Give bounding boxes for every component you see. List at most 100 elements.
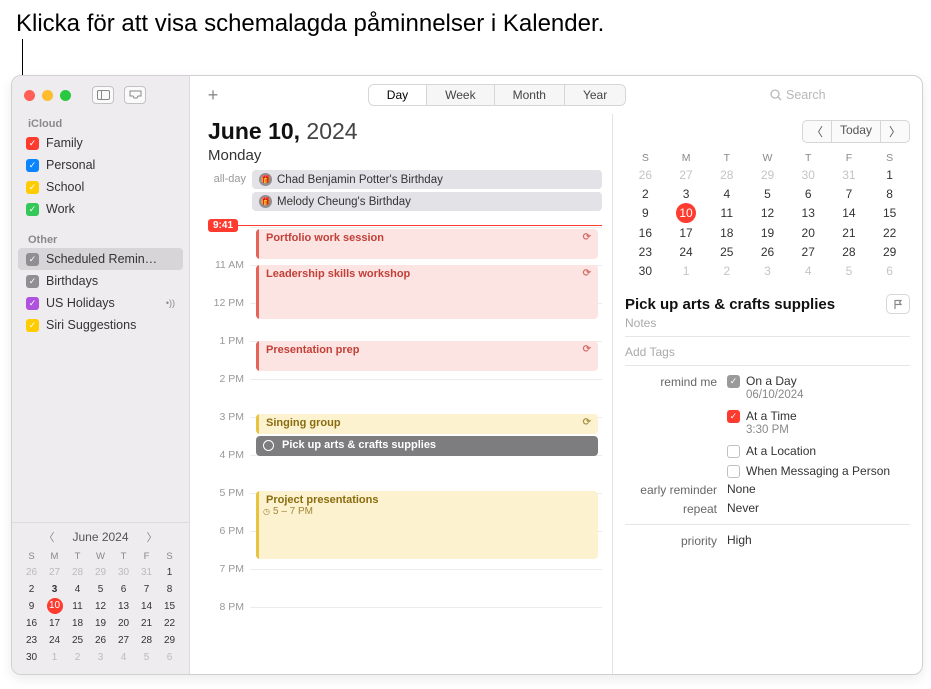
inspector-cal-day[interactable]: 30 [788, 165, 829, 184]
mini-cal-day[interactable]: 28 [135, 632, 158, 649]
inspector-cal-day[interactable]: 6 [788, 184, 829, 203]
calendar-checkbox[interactable]: ✓ [26, 203, 39, 216]
mini-cal-day[interactable]: 21 [135, 615, 158, 632]
inspector-cal-day[interactable]: 23 [625, 242, 666, 261]
inspector-prev-button[interactable]: 〈 [802, 120, 832, 143]
reminder-title[interactable]: Pick up arts & crafts supplies [625, 296, 835, 313]
mini-cal-day[interactable]: 31 [135, 564, 158, 581]
calendar-event[interactable]: Leadership skills workshop⟳ [256, 265, 598, 319]
calendar-list-item[interactable]: ✓US Holidays•)) [18, 292, 183, 314]
mini-cal-day[interactable]: 16 [20, 615, 43, 632]
mini-cal-day[interactable]: 15 [158, 598, 181, 615]
mini-cal-day[interactable]: 29 [158, 632, 181, 649]
inspector-cal-day[interactable]: 5 [829, 261, 870, 280]
mini-cal-day[interactable]: 27 [112, 632, 135, 649]
view-tab-year[interactable]: Year [565, 85, 625, 105]
calendar-checkbox[interactable]: ✓ [26, 275, 39, 288]
inspector-cal-day[interactable]: 1 [666, 261, 707, 280]
inspector-cal-day[interactable]: 6 [869, 261, 910, 280]
priority-value[interactable]: High [727, 533, 910, 547]
mini-cal-next[interactable]: 〉 [147, 529, 158, 545]
mini-cal-prev[interactable]: 〈 [43, 529, 54, 545]
inspector-cal-day[interactable]: 26 [747, 242, 788, 261]
inspector-cal-day[interactable]: 3 [747, 261, 788, 280]
inspector-cal-day[interactable]: 28 [706, 165, 747, 184]
inspector-cal-day[interactable]: 10 [676, 203, 696, 223]
calendar-checkbox[interactable]: ✓ [26, 297, 39, 310]
view-tab-month[interactable]: Month [495, 85, 565, 105]
add-tags-field[interactable]: Add Tags [625, 345, 910, 359]
inspector-cal-day[interactable]: 12 [747, 203, 788, 223]
allday-event[interactable]: 🎁Melody Cheung's Birthday [252, 192, 602, 211]
inspector-month-calendar[interactable]: SMTWTFS262728293031123456789101112131415… [625, 151, 910, 280]
mini-cal-day[interactable]: 28 [66, 564, 89, 581]
mini-cal-day[interactable]: 14 [135, 598, 158, 615]
mini-cal-day[interactable]: 23 [20, 632, 43, 649]
inspector-cal-day[interactable]: 31 [829, 165, 870, 184]
calendar-list-item[interactable]: ✓Scheduled Remin… [18, 248, 183, 270]
at-a-time-checkbox[interactable]: ✓At a Time [727, 409, 910, 423]
inspector-cal-day[interactable]: 25 [706, 242, 747, 261]
mini-cal-day[interactable]: 13 [112, 598, 135, 615]
mini-cal-day[interactable]: 2 [20, 581, 43, 598]
inspector-cal-day[interactable]: 4 [706, 184, 747, 203]
inspector-cal-day[interactable]: 2 [706, 261, 747, 280]
on-a-day-checkbox[interactable]: ✓On a Day [727, 374, 910, 388]
inspector-cal-day[interactable]: 15 [869, 203, 910, 223]
search-field[interactable]: Search [770, 88, 910, 102]
mini-cal-day[interactable]: 17 [43, 615, 66, 632]
mini-cal-day[interactable]: 5 [89, 581, 112, 598]
calendar-checkbox[interactable]: ✓ [26, 319, 39, 332]
inspector-cal-day[interactable]: 18 [706, 223, 747, 242]
calendar-list-item[interactable]: ✓Work [18, 198, 183, 220]
inspector-cal-day[interactable]: 19 [747, 223, 788, 242]
zoom-button[interactable] [60, 90, 71, 101]
inspector-cal-day[interactable]: 2 [625, 184, 666, 203]
timeline[interactable]: 9:41 11 AM12 PM1 PM2 PM3 PM4 PM5 PM6 PM7… [208, 219, 602, 649]
mini-cal-day[interactable]: 6 [112, 581, 135, 598]
calendar-checkbox[interactable]: ✓ [26, 253, 39, 266]
when-messaging-checkbox[interactable]: When Messaging a Person [727, 464, 910, 478]
inspector-cal-day[interactable]: 29 [747, 165, 788, 184]
inspector-cal-day[interactable]: 30 [625, 261, 666, 280]
mini-cal-day[interactable]: 29 [89, 564, 112, 581]
calendar-list-item[interactable]: ✓Birthdays [18, 270, 183, 292]
inspector-cal-day[interactable]: 22 [869, 223, 910, 242]
inspector-cal-day[interactable]: 13 [788, 203, 829, 223]
inspector-cal-day[interactable]: 21 [829, 223, 870, 242]
inspector-cal-day[interactable]: 5 [747, 184, 788, 203]
inspector-cal-day[interactable]: 14 [829, 203, 870, 223]
mini-cal-day[interactable]: 30 [112, 564, 135, 581]
mini-cal-day[interactable]: 3 [89, 649, 112, 666]
calendar-list-item[interactable]: ✓Siri Suggestions [18, 314, 183, 336]
view-tab-week[interactable]: Week [427, 85, 494, 105]
mini-cal-day[interactable]: 30 [20, 649, 43, 666]
mini-cal-day[interactable]: 26 [20, 564, 43, 581]
inspector-cal-day[interactable]: 27 [788, 242, 829, 261]
inspector-cal-day[interactable]: 17 [666, 223, 707, 242]
sidebar-toggle-button[interactable] [92, 86, 114, 104]
inspector-cal-day[interactable]: 4 [788, 261, 829, 280]
mini-cal-day[interactable]: 11 [66, 598, 89, 615]
calendar-event[interactable]: Singing group⟳ [256, 414, 598, 434]
early-reminder-value[interactable]: None [727, 482, 910, 496]
inspector-cal-day[interactable]: 9 [625, 203, 666, 223]
mini-cal-day[interactable]: 25 [66, 632, 89, 649]
flag-button[interactable] [886, 294, 910, 314]
mini-cal-day[interactable]: 1 [158, 564, 181, 581]
mini-cal-day[interactable]: 4 [66, 581, 89, 598]
mini-cal-day[interactable]: 6 [158, 649, 181, 666]
calendar-checkbox[interactable]: ✓ [26, 159, 39, 172]
inspector-cal-day[interactable]: 1 [869, 165, 910, 184]
at-a-location-checkbox[interactable]: At a Location [727, 444, 910, 458]
mini-cal-day[interactable]: 3 [43, 581, 66, 598]
inspector-today-button[interactable]: Today [832, 120, 880, 143]
calendar-event[interactable]: Pick up arts & crafts supplies [256, 436, 598, 456]
mini-cal-day[interactable]: 24 [43, 632, 66, 649]
inspector-cal-day[interactable]: 11 [706, 203, 747, 223]
mini-cal-day[interactable]: 5 [135, 649, 158, 666]
mini-cal-day[interactable]: 8 [158, 581, 181, 598]
calendar-checkbox[interactable]: ✓ [26, 181, 39, 194]
inbox-button[interactable] [124, 86, 146, 104]
inspector-cal-day[interactable]: 7 [829, 184, 870, 203]
